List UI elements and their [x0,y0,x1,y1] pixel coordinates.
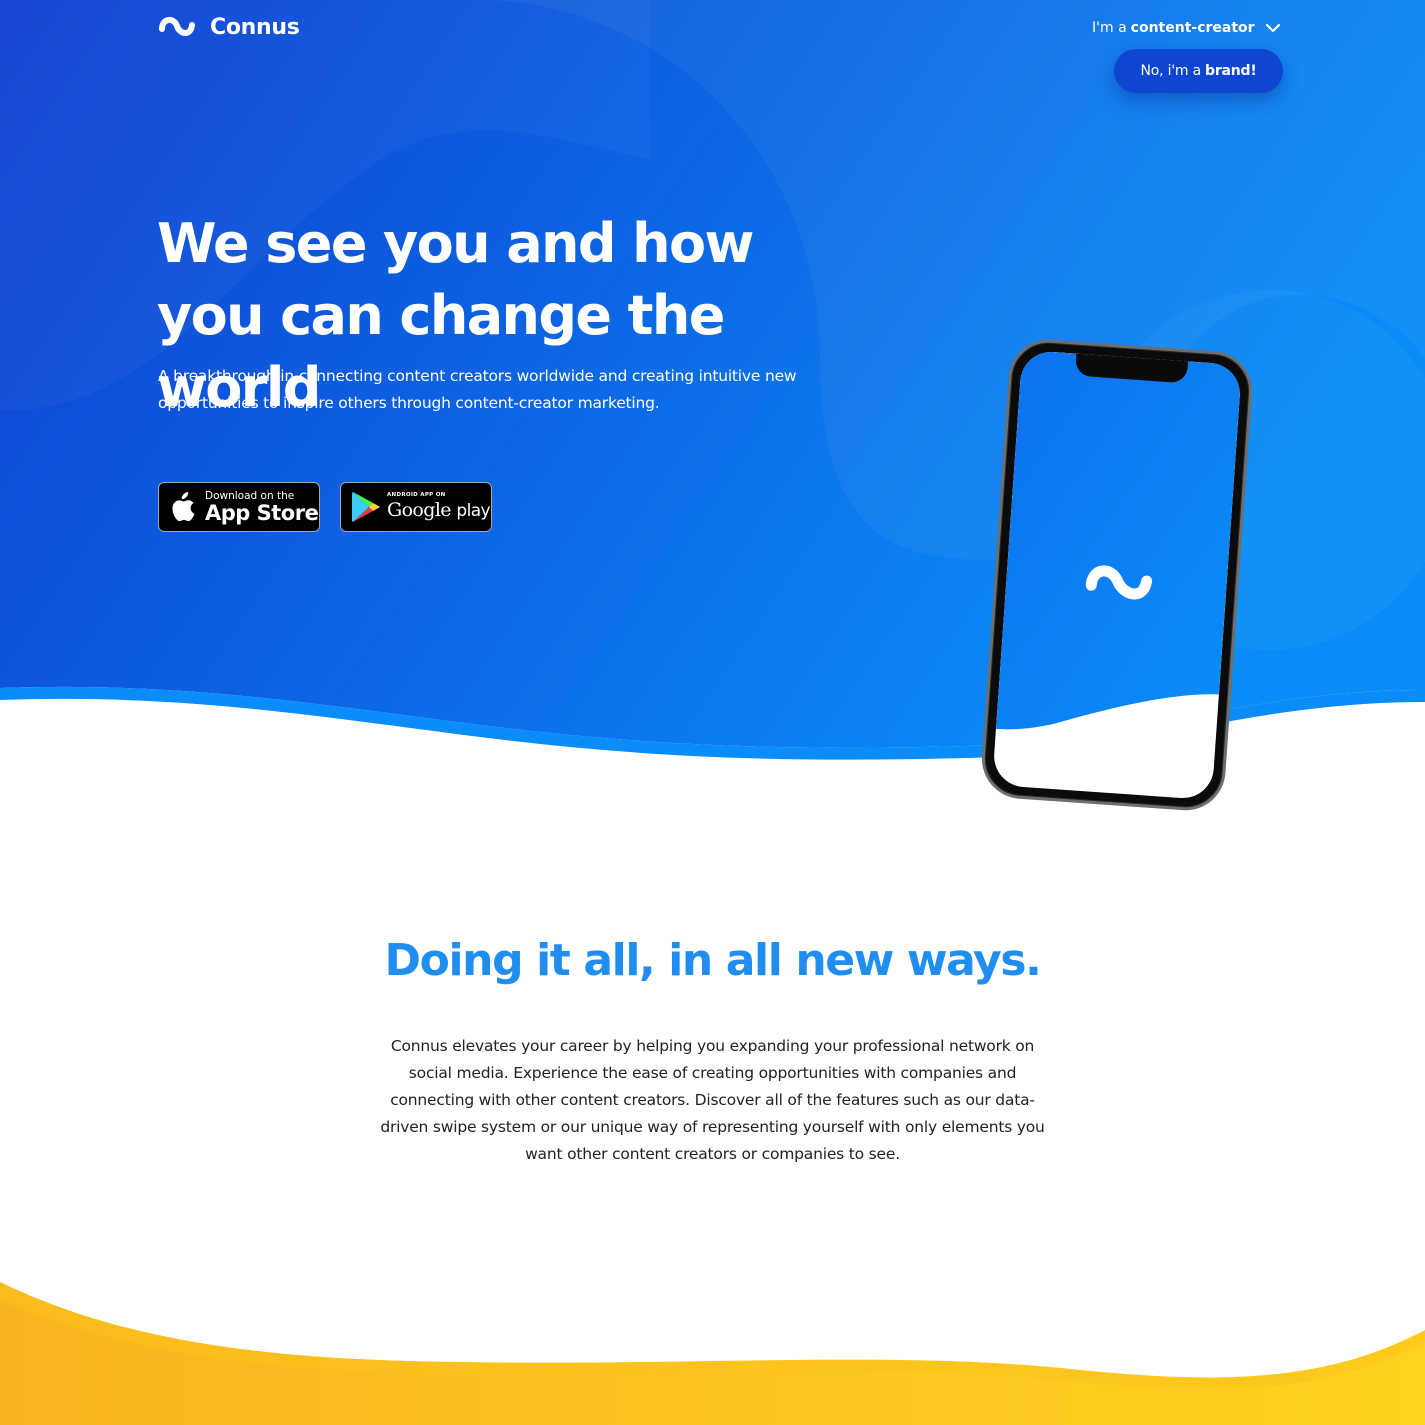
switch-to-brand-prefix: No, i'm a [1140,63,1201,79]
google-play-google-word: Google [387,499,452,521]
google-play-big-text: Google play [387,499,491,522]
footer-yellow-wave [0,1282,1425,1425]
apple-icon [172,492,195,522]
app-store-text: Download on the App Store [205,490,319,525]
app-store-badge[interactable]: Download on the App Store [158,482,320,532]
phone-screen [992,349,1242,801]
role-selector[interactable]: I'm a content-creator [1092,15,1281,41]
google-play-text: ANDROID APP ON Google play [387,492,491,522]
app-store-big-text: App Store [205,501,319,525]
section-body: Connus elevates your career by helping y… [380,1037,1045,1163]
connus-wave-icon [159,17,195,36]
role-selector-prefix: I'm a [1092,20,1127,36]
logo-link[interactable]: Connus [158,12,300,42]
role-selector-value: content-creator [1130,20,1255,36]
chevron-down-icon [1265,23,1280,33]
phone-connus-wave-icon [1085,565,1153,600]
google-play-play-word: play [456,501,490,521]
logo-text: Connus [210,14,300,40]
google-play-badge[interactable]: ANDROID APP ON Google play [340,482,492,532]
google-play-small-text: ANDROID APP ON [387,492,446,498]
switch-to-brand-button[interactable]: No, i'm a brand! [1114,49,1283,93]
section-title: Doing it all, in all new ways. [384,935,1042,986]
google-play-icon [352,492,380,522]
switch-to-brand-bold: brand! [1205,63,1257,79]
phone-mockup [979,337,1255,813]
hero-subtitle: A breakthrough in connecting content cre… [158,367,797,412]
